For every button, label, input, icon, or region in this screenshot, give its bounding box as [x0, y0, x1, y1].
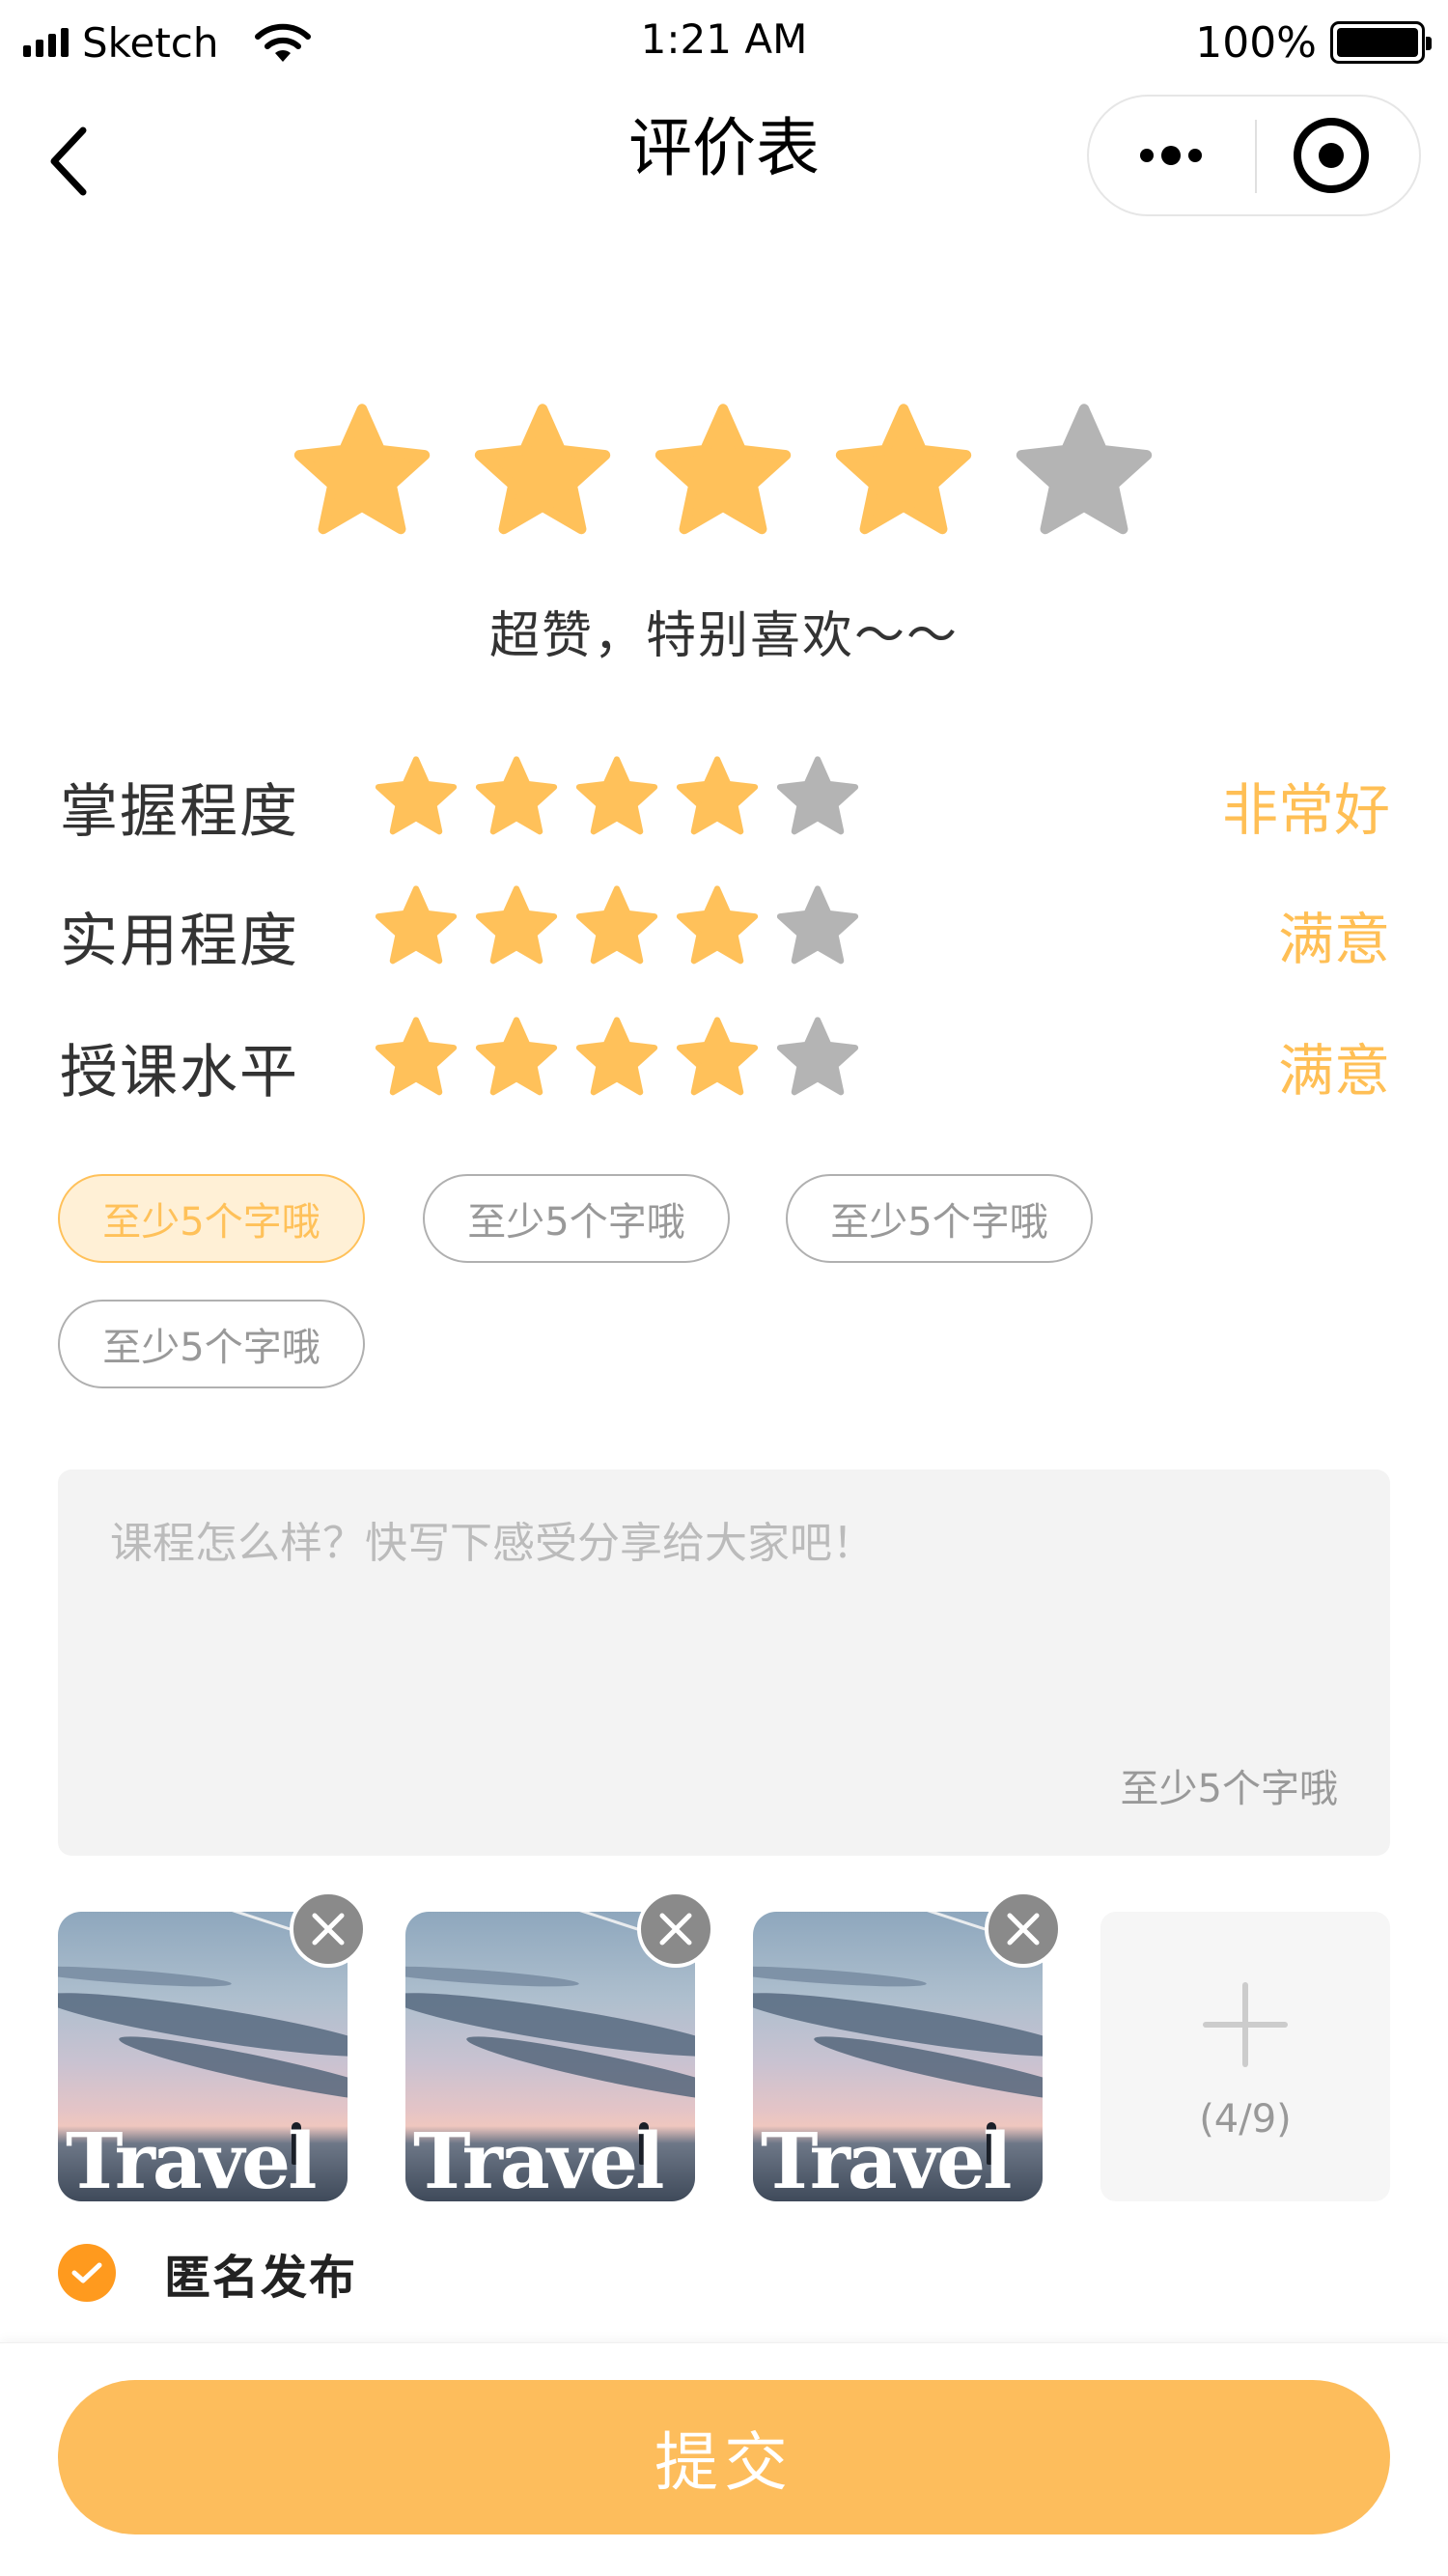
more-button[interactable]	[1089, 97, 1253, 214]
star-filled-icon[interactable]	[373, 1016, 459, 1103]
nav-bar: 评价表	[0, 87, 1448, 270]
chevron-left-icon	[50, 126, 87, 196]
star-empty-icon[interactable]	[1012, 402, 1156, 546]
close-icon	[312, 1913, 345, 1946]
rating-description: 超赞，特别喜欢～～	[488, 607, 959, 665]
sub-rating-stars	[373, 1016, 875, 1103]
status-bar: Sketch 1:21 AM 100%	[0, 0, 1448, 77]
close-icon	[1007, 1913, 1040, 1946]
photo-count: (4/9)	[1199, 2097, 1292, 2142]
sub-rating-stars	[373, 884, 875, 971]
sub-rating-value: 满意	[1277, 1038, 1390, 1104]
star-filled-icon[interactable]	[674, 755, 761, 842]
battery-icon	[1330, 21, 1432, 64]
remove-photo-button[interactable]	[290, 1890, 367, 1968]
sub-rating-value: 满意	[1277, 907, 1390, 972]
star-filled-icon[interactable]	[473, 884, 560, 971]
comment-length-hint: 至少5个字哦	[1120, 1767, 1338, 1811]
anonymous-checkbox[interactable]	[58, 2244, 116, 2302]
submit-button[interactable]: 提交	[58, 2380, 1390, 2534]
star-filled-icon[interactable]	[651, 402, 795, 546]
photo-caption: Travel	[761, 2115, 1012, 2201]
sub-rating-stars	[373, 755, 875, 842]
close-program-button[interactable]	[1294, 118, 1369, 193]
star-filled-icon[interactable]	[373, 884, 459, 971]
overall-rating-stars	[290, 402, 1158, 546]
anonymous-option[interactable]: 匿名发布	[58, 2242, 358, 2305]
mini-program-capsule	[1087, 95, 1421, 216]
tag-chip[interactable]: 至少5个字哦	[423, 1174, 730, 1263]
comment-box: 至少5个字哦	[58, 1470, 1390, 1856]
sub-rating-label: 掌握程度	[60, 778, 299, 846]
star-filled-icon[interactable]	[674, 1016, 761, 1103]
star-filled-icon[interactable]	[470, 402, 615, 546]
star-filled-icon[interactable]	[573, 755, 660, 842]
photo-caption: Travel	[66, 2115, 317, 2201]
anonymous-label: 匿名发布	[164, 2251, 358, 2305]
sub-rating-row: 掌握程度 非常好	[0, 755, 1448, 846]
star-filled-icon[interactable]	[831, 402, 976, 546]
star-filled-icon[interactable]	[573, 884, 660, 971]
star-empty-icon[interactable]	[774, 884, 861, 971]
remove-photo-button[interactable]	[985, 1890, 1062, 1968]
battery-percent: 100%	[1195, 17, 1317, 68]
sub-rating-value: 非常好	[1221, 777, 1390, 843]
close-icon	[659, 1913, 692, 1946]
comment-input[interactable]	[110, 1508, 1336, 1759]
sub-rating-row: 授课水平 满意	[0, 1016, 1448, 1106]
star-filled-icon[interactable]	[674, 884, 761, 971]
remove-photo-button[interactable]	[637, 1890, 714, 1968]
star-filled-icon[interactable]	[573, 1016, 660, 1103]
sub-rating-label: 实用程度	[60, 908, 299, 975]
tag-chip[interactable]: 至少5个字哦	[58, 1300, 365, 1388]
star-filled-icon[interactable]	[290, 402, 434, 546]
star-filled-icon[interactable]	[473, 1016, 560, 1103]
back-button[interactable]	[35, 118, 102, 205]
tag-chip[interactable]: 至少5个字哦	[786, 1174, 1093, 1263]
star-filled-icon[interactable]	[373, 755, 459, 842]
page-title: 评价表	[628, 111, 820, 185]
add-photo-button[interactable]: (4/9)	[1100, 1912, 1390, 2201]
sub-rating-row: 实用程度 满意	[0, 884, 1448, 975]
check-icon	[71, 2262, 102, 2283]
star-filled-icon[interactable]	[473, 755, 560, 842]
star-empty-icon[interactable]	[774, 1016, 861, 1103]
sub-rating-label: 授课水平	[60, 1039, 299, 1106]
star-empty-icon[interactable]	[774, 755, 861, 842]
tag-chip[interactable]: 至少5个字哦	[58, 1174, 365, 1263]
bottom-bar: 提交	[0, 2342, 1448, 2576]
photo-caption: Travel	[413, 2115, 664, 2201]
